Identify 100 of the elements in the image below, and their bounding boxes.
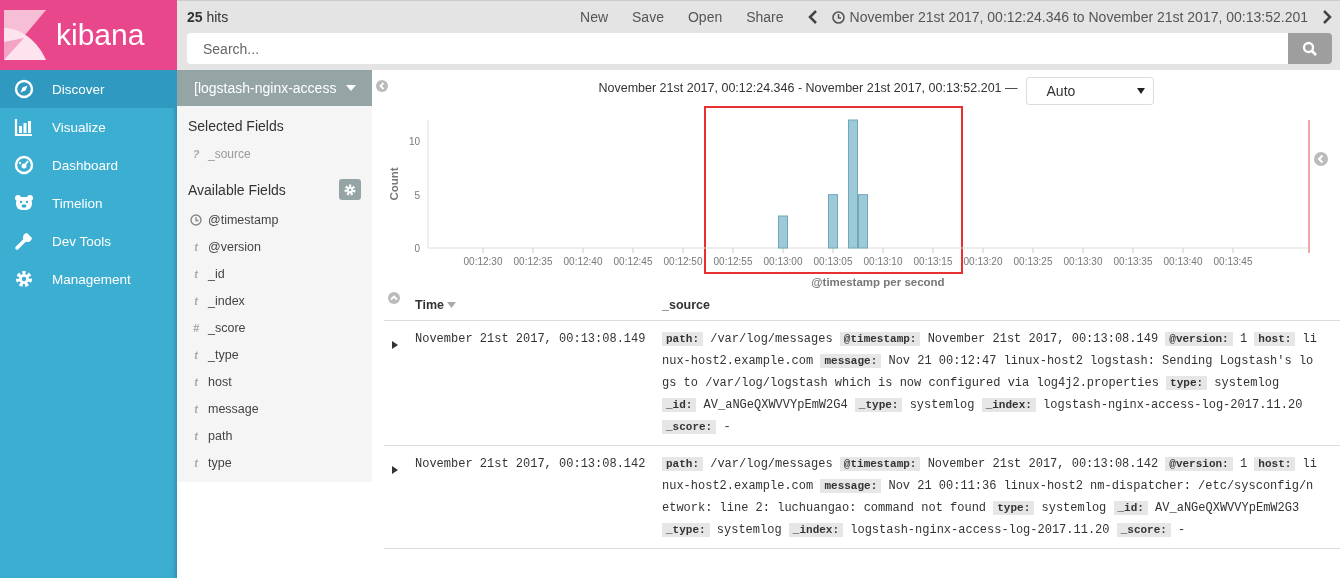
x-tick-label: 00:12:50: [663, 256, 703, 267]
x-tick-label: 00:12:35: [513, 256, 553, 267]
gear-icon: [14, 269, 34, 289]
menu-link[interactable]: Save: [632, 9, 664, 25]
field-type-icon: #: [190, 321, 202, 334]
field-item[interactable]: t path: [177, 422, 372, 449]
menu-link[interactable]: New: [580, 9, 609, 25]
y-tick-label: 0: [414, 243, 420, 254]
field-item[interactable]: t _index: [177, 287, 372, 314]
field-item[interactable]: t type: [177, 449, 372, 476]
field-key-label: _id:: [662, 398, 697, 412]
field-key-label: _score:: [662, 420, 717, 434]
menu-link[interactable]: Share: [746, 9, 784, 25]
gauge-icon: [14, 155, 34, 175]
field-key-label: @version:: [1165, 457, 1233, 471]
clock-icon: [190, 213, 202, 226]
field-item[interactable]: t message: [177, 395, 372, 422]
field-key-label: message:: [820, 354, 882, 368]
interval-value: Auto: [1046, 83, 1076, 99]
x-tick-label: 00:13:35: [1113, 256, 1153, 267]
x-tick-label: 00:13:05: [813, 256, 853, 267]
interval-dropdown[interactable]: Auto: [1025, 77, 1154, 105]
field-item[interactable]: @timestamp: [177, 206, 372, 233]
field-key-label: _id:: [1113, 501, 1148, 515]
field-type-icon: t: [190, 348, 202, 361]
field-key-label: path:: [662, 457, 703, 471]
time-cell-text: November 21st 2017, 00:13:08.142: [415, 456, 647, 473]
y-axis-title: Count: [388, 167, 400, 201]
search-button[interactable]: [1288, 33, 1332, 64]
field-key-label: _index:: [981, 398, 1036, 412]
field-type-icon: t: [190, 429, 202, 442]
expand-caret-icon: [392, 466, 398, 474]
chevron-right-icon: [1322, 10, 1332, 24]
field-type-icon: t: [190, 240, 202, 253]
histogram-bar[interactable]: [778, 215, 788, 249]
kibana-logo-icon: [4, 10, 46, 60]
x-tick-label: 00:13:00: [763, 256, 803, 267]
caret-icon: [346, 85, 356, 91]
x-tick-label: 00:12:40: [563, 256, 603, 267]
field-key-label: @timestamp:: [839, 332, 921, 346]
section-title: Available Fields: [188, 181, 286, 198]
field-key-label: _type:: [662, 523, 710, 537]
hits-count: 25 hits: [187, 9, 229, 25]
x-tick-label: 00:12:55: [713, 256, 753, 267]
histogram-bar[interactable]: [858, 194, 868, 249]
source-cell-text: path: /var/log/messages @timestamp: November 21st 2017, 00:13:08.142 @version: 1 host: linux-host2.example.com message: Nov 21 00:11:36 linux-host2 nm-dispatcher: /etc/sysconfig/network: line 2: luchuangao: command not found type: systemlog _id: AV_aNGeQXWVVYpEmW2G3 _type: systemlog _index: logstash-nginx-access-log-2017.11.20 _score: -: [662, 456, 1317, 539]
section-title: Selected Fields: [188, 118, 284, 134]
field-key-label: @version:: [1165, 332, 1233, 346]
expand-caret-icon: [392, 341, 398, 349]
field-type-icon: t: [190, 267, 202, 280]
field-key-label: _score:: [1116, 523, 1171, 537]
field-item[interactable]: t _type: [177, 341, 372, 368]
time-range-link[interactable]: November 21st 2017, 00:12:24.346 to November 21st 2017, 00:13:52.201: [831, 9, 1308, 25]
field-key-label: host:: [1254, 332, 1296, 346]
field-key-label: _index:: [788, 523, 844, 537]
collapse-icon: [1314, 152, 1328, 166]
wrench-icon: [14, 231, 34, 251]
x-tick-label: 00:13:25: [1013, 256, 1053, 267]
field-key-label: @timestamp:: [839, 457, 921, 471]
field-item[interactable]: t host: [177, 368, 372, 395]
field-key-label: host:: [1254, 457, 1296, 471]
x-axis-title: @timestamp per second: [811, 276, 945, 288]
time-cell-text: November 21st 2017, 00:13:08.149: [415, 331, 647, 348]
histogram-bar[interactable]: [848, 119, 858, 249]
menu-link[interactable]: Open: [687, 9, 723, 25]
x-tick-label: 00:12:30: [463, 256, 503, 267]
field-type-icon: ?: [190, 147, 202, 160]
field-type-icon: t: [190, 456, 202, 469]
field-key-label: message:: [820, 479, 882, 493]
field-type-icon: t: [190, 294, 202, 307]
x-tick-label: 00:13:40: [1163, 256, 1203, 267]
field-key-label: type:: [993, 501, 1035, 515]
column-header[interactable]: _source: [662, 298, 710, 312]
brand-name: kibana: [56, 18, 145, 52]
caret-icon: [1136, 88, 1145, 94]
histogram-bar[interactable]: [828, 194, 838, 249]
x-tick-label: 00:12:45: [613, 256, 653, 267]
settings-button[interactable]: [339, 179, 361, 200]
date-range-label: November 21st 2017, 00:12:24.346 - November 21st 2017, 00:13:52.201 —: [598, 81, 1018, 95]
field-item[interactable]: # _score: [177, 314, 372, 341]
search-icon: [1302, 40, 1318, 57]
field-type-icon: t: [190, 375, 202, 388]
x-tick-label: 00:13:15: [913, 256, 953, 267]
field-item[interactable]: t _id: [177, 260, 372, 287]
x-tick-label: 00:13:20: [963, 256, 1003, 267]
search-field[interactable]: Search...: [187, 33, 1288, 64]
field-key-label: _type:: [854, 398, 903, 412]
source-cell-text: path: /var/log/messages @timestamp: November 21st 2017, 00:13:08.149 @version: 1 host: linux-host2.example.com message: Nov 21 00:12:47 linux-host2 logstash: Sending Logstash's logs to /var/log/logstash which is now configured via log4j2.properties type: systemlog _id: AV_aNGeQXWVVYpEmW2G4 _type: systemlog _index: logstash-nginx-access-log-2017.11.20 _score: -: [662, 331, 1317, 436]
collapse-icon: [388, 292, 400, 304]
column-header[interactable]: Time: [384, 298, 662, 312]
x-tick-label: 00:13:45: [1213, 256, 1253, 267]
collapse-icon: [376, 80, 388, 92]
chevron-left-icon: [807, 10, 818, 24]
compass-icon: [14, 79, 34, 99]
y-tick-label: 10: [408, 136, 420, 148]
field-type-icon: t: [190, 402, 202, 415]
bear-face-icon: [14, 193, 34, 213]
y-tick-label: 5: [414, 189, 420, 201]
index-pattern-name: [logstash-nginx-access: [194, 80, 337, 96]
field-item[interactable]: t @version: [177, 233, 372, 260]
